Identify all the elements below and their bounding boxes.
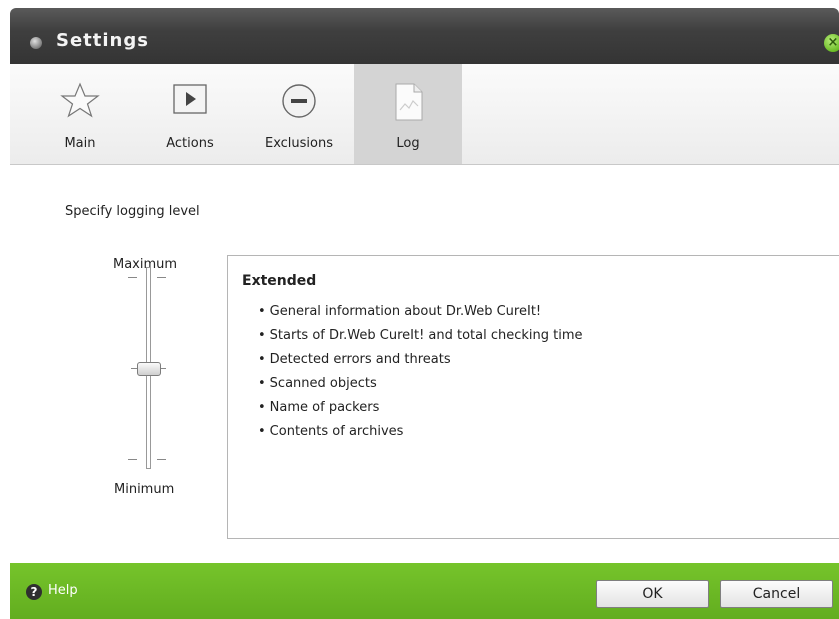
star-icon [60,82,100,122]
level-details-list: General information about Dr.Web CureIt!… [258,300,583,444]
slider-tick [128,277,137,278]
settings-window: Settings × Main Actions Exclusions Log S… [10,8,839,619]
title-bar[interactable]: Settings × [10,8,839,64]
slider-tick [157,277,166,278]
tab-main[interactable]: Main [40,64,120,164]
slider-tick [157,459,166,460]
tab-main-label: Main [64,136,96,151]
tab-log-label: Log [396,136,420,151]
app-icon [30,37,42,49]
list-item: Detected errors and threats [258,348,583,372]
level-name: Extended [242,273,317,289]
ok-button[interactable]: OK [596,580,709,608]
help-icon[interactable]: ? [26,584,42,600]
play-icon [172,82,208,120]
level-description-box: Extended General information about Dr.We… [227,255,839,539]
tab-actions-label: Actions [166,136,214,151]
slider-thumb[interactable] [137,362,161,376]
minus-circle-icon [280,82,318,124]
slider-min-label: Minimum [114,482,175,497]
close-icon[interactable]: × [824,34,839,52]
list-item: Name of packers [258,396,583,420]
footer-bar: ? Help OK Cancel [10,563,839,619]
tab-log[interactable]: Log [354,64,462,164]
log-document-icon [390,82,426,126]
cancel-button[interactable]: Cancel [720,580,833,608]
list-item: Contents of archives [258,420,583,444]
list-item: General information about Dr.Web CureIt! [258,300,583,324]
list-item: Starts of Dr.Web CureIt! and total check… [258,324,583,348]
tab-actions[interactable]: Actions [150,64,230,164]
window-title: Settings [56,30,149,51]
log-panel: Specify logging level Maximum Minimum Ex… [10,165,839,563]
help-link[interactable]: Help [48,583,78,598]
tab-exclusions[interactable]: Exclusions [259,64,339,164]
logging-level-prompt: Specify logging level [65,204,200,219]
settings-tabs: Main Actions Exclusions Log [10,64,839,165]
slider-tick [128,459,137,460]
tab-exclusions-label: Exclusions [264,136,334,151]
list-item: Scanned objects [258,372,583,396]
